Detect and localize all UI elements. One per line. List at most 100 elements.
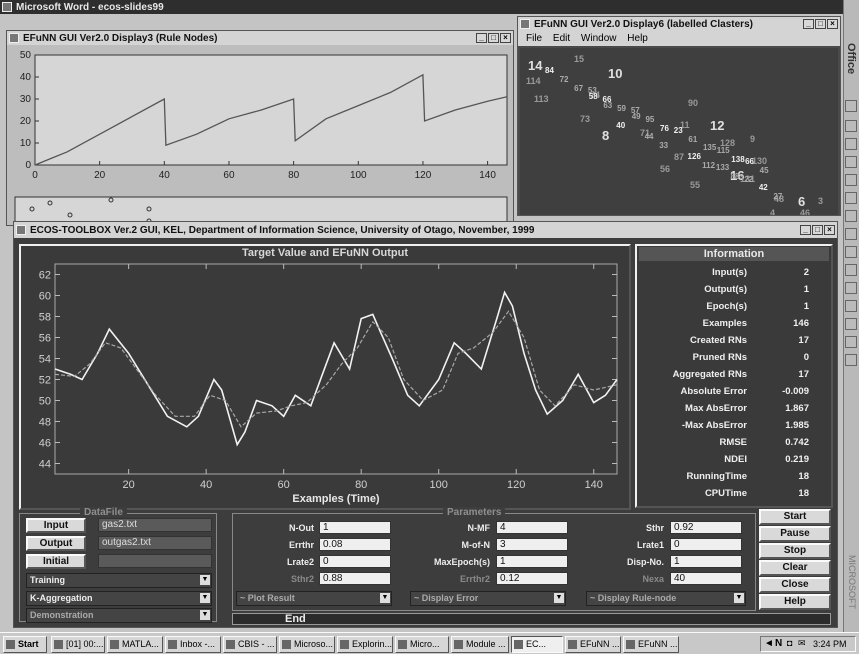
plot-result-value: ~ Plot Result [240,593,295,603]
menu-help[interactable]: Help [627,33,648,44]
windows-logo-icon [6,640,15,649]
input-file-button[interactable]: Input [26,518,86,533]
calendar-app-icon[interactable] [845,210,857,222]
taskbar-item[interactable]: EC... [511,636,563,653]
explorer-app-icon[interactable] [845,228,857,240]
info-row: Absolute Error -0.009 [637,384,821,400]
nout-field[interactable]: 1 [319,521,391,534]
display-rule-select[interactable]: ~ Display Rule-node ▼ [586,591,746,606]
method-select[interactable]: K-Aggregation ▼ [26,591,212,606]
camera-app-icon[interactable] [845,318,857,330]
method-select-value: K-Aggregation [30,593,93,603]
binder-app-icon[interactable] [845,192,857,204]
display6-menubar: File Edit Window Help [518,31,840,46]
notes-app-icon[interactable] [845,282,857,294]
taskbar-item[interactable]: EFuNN ... [565,636,621,653]
maximize-button[interactable]: □ [812,225,823,235]
word-icon [2,2,12,12]
demo-select[interactable]: Demonstration ▼ [26,608,212,623]
taskbar-item[interactable]: Module ... [451,636,509,653]
ecos-title: ECOS-TOOLBOX Ver.2 GUI, KEL, Department … [30,224,535,236]
x-axis-label: Examples (Time) [292,493,380,505]
maxepoch-field[interactable]: 1 [496,555,568,568]
cluster-point: 95 [645,114,655,124]
contacts-app-icon[interactable] [845,246,857,258]
tasks-app-icon[interactable] [845,264,857,276]
initial-file-button[interactable]: Initial [26,554,86,569]
cluster-point: 66 [745,157,754,167]
lrate1-field[interactable]: 0 [670,538,742,551]
close-button[interactable]: × [827,19,838,29]
taskbar-item[interactable]: EFuNN ... [623,636,679,653]
minimize-button[interactable]: _ [803,19,814,29]
app-icon [168,640,177,649]
nmf-field[interactable]: 4 [496,521,568,534]
maximize-button[interactable]: □ [488,33,499,43]
minimize-button[interactable]: _ [800,225,811,235]
app-icon [226,640,235,649]
mofn-field[interactable]: 3 [496,538,568,551]
microsoft-label: MICROSOFT [847,555,857,609]
input-file-field[interactable]: gas2.txt [98,518,212,532]
output-file-field[interactable]: outgas2.txt [98,536,212,550]
initial-file-field[interactable] [98,554,212,568]
menu-window[interactable]: Window [581,33,617,44]
maximize-button[interactable]: □ [815,19,826,29]
stop-button[interactable]: Stop [759,543,831,559]
taskbar-item[interactable]: Inbox -... [165,636,221,653]
taskbar-item[interactable]: CBIS - ... [223,636,277,653]
close-button[interactable]: Close [759,577,831,593]
y-tick-label: 56 [39,333,51,345]
excel-app-icon[interactable] [845,138,857,150]
minimize-button[interactable]: _ [476,33,487,43]
network-icon[interactable]: N [775,638,782,649]
doc-app-icon[interactable] [845,336,857,348]
pause-button[interactable]: Pause [759,526,831,542]
nexa-field[interactable]: 40 [670,572,742,585]
mode-select[interactable]: Training ▼ [26,573,212,588]
chevron-down-icon: ▼ [200,575,210,585]
errthr2-field[interactable]: 0.12 [496,572,568,585]
lrate2-field[interactable]: 0 [319,555,391,568]
close-button[interactable]: × [824,225,835,235]
taskbar-item[interactable]: MATLA... [107,636,163,653]
clock[interactable]: 3:24 PM [813,639,847,649]
clear-button[interactable]: Clear [759,560,831,576]
nmf-label: N-MF [467,523,491,533]
display-error-select[interactable]: ~ Display Error ▼ [410,591,566,606]
office-app-icon[interactable] [845,100,857,112]
taskbar-item-label: CBIS - ... [238,639,275,649]
volume-icon[interactable]: ◄ [764,638,774,649]
app-icon [54,640,63,649]
output-file-button[interactable]: Output [26,536,86,551]
y-tick-label: 44 [39,459,51,471]
start-button[interactable]: Start [759,509,831,525]
ecos-titlebar: ECOS-TOOLBOX Ver.2 GUI, KEL, Department … [14,222,837,238]
sthr2-label: Sthr2 [290,574,314,584]
sthr2-field[interactable]: 0.88 [319,572,391,585]
errthr-field[interactable]: 0.08 [319,538,391,551]
app-icon [626,640,635,649]
taskbar-item[interactable]: Explorin... [337,636,393,653]
chevron-down-icon: ▼ [200,593,210,603]
word-app-icon[interactable] [845,120,857,132]
journal-app-icon[interactable] [845,300,857,312]
mail-icon[interactable]: ✉ [798,638,806,649]
dispno-field[interactable]: 1 [670,555,742,568]
close-button[interactable]: × [500,33,511,43]
sthr-field[interactable]: 0.92 [670,521,742,534]
menu-file[interactable]: File [526,33,542,44]
taskbar-item[interactable]: [01] 00:... [51,636,105,653]
bookshelf-app-icon[interactable] [845,354,857,366]
access-app-icon[interactable] [845,174,857,186]
taskbar-item[interactable]: Micro... [395,636,449,653]
menu-edit[interactable]: Edit [553,33,570,44]
lrate2-label: Lrate2 [286,557,314,567]
shield-icon[interactable]: ◘ [787,638,792,648]
help-button[interactable]: Help [759,594,831,610]
powerpoint-app-icon[interactable] [845,156,857,168]
taskbar-item[interactable]: Microso... [279,636,335,653]
plot-result-select[interactable]: ~ Plot Result ▼ [236,591,392,606]
information-rows: Input(s) 2 Output(s) 1 Epoch(s) 1 Examples 146 C… [637,265,831,505]
start-button[interactable]: Start [3,636,47,653]
